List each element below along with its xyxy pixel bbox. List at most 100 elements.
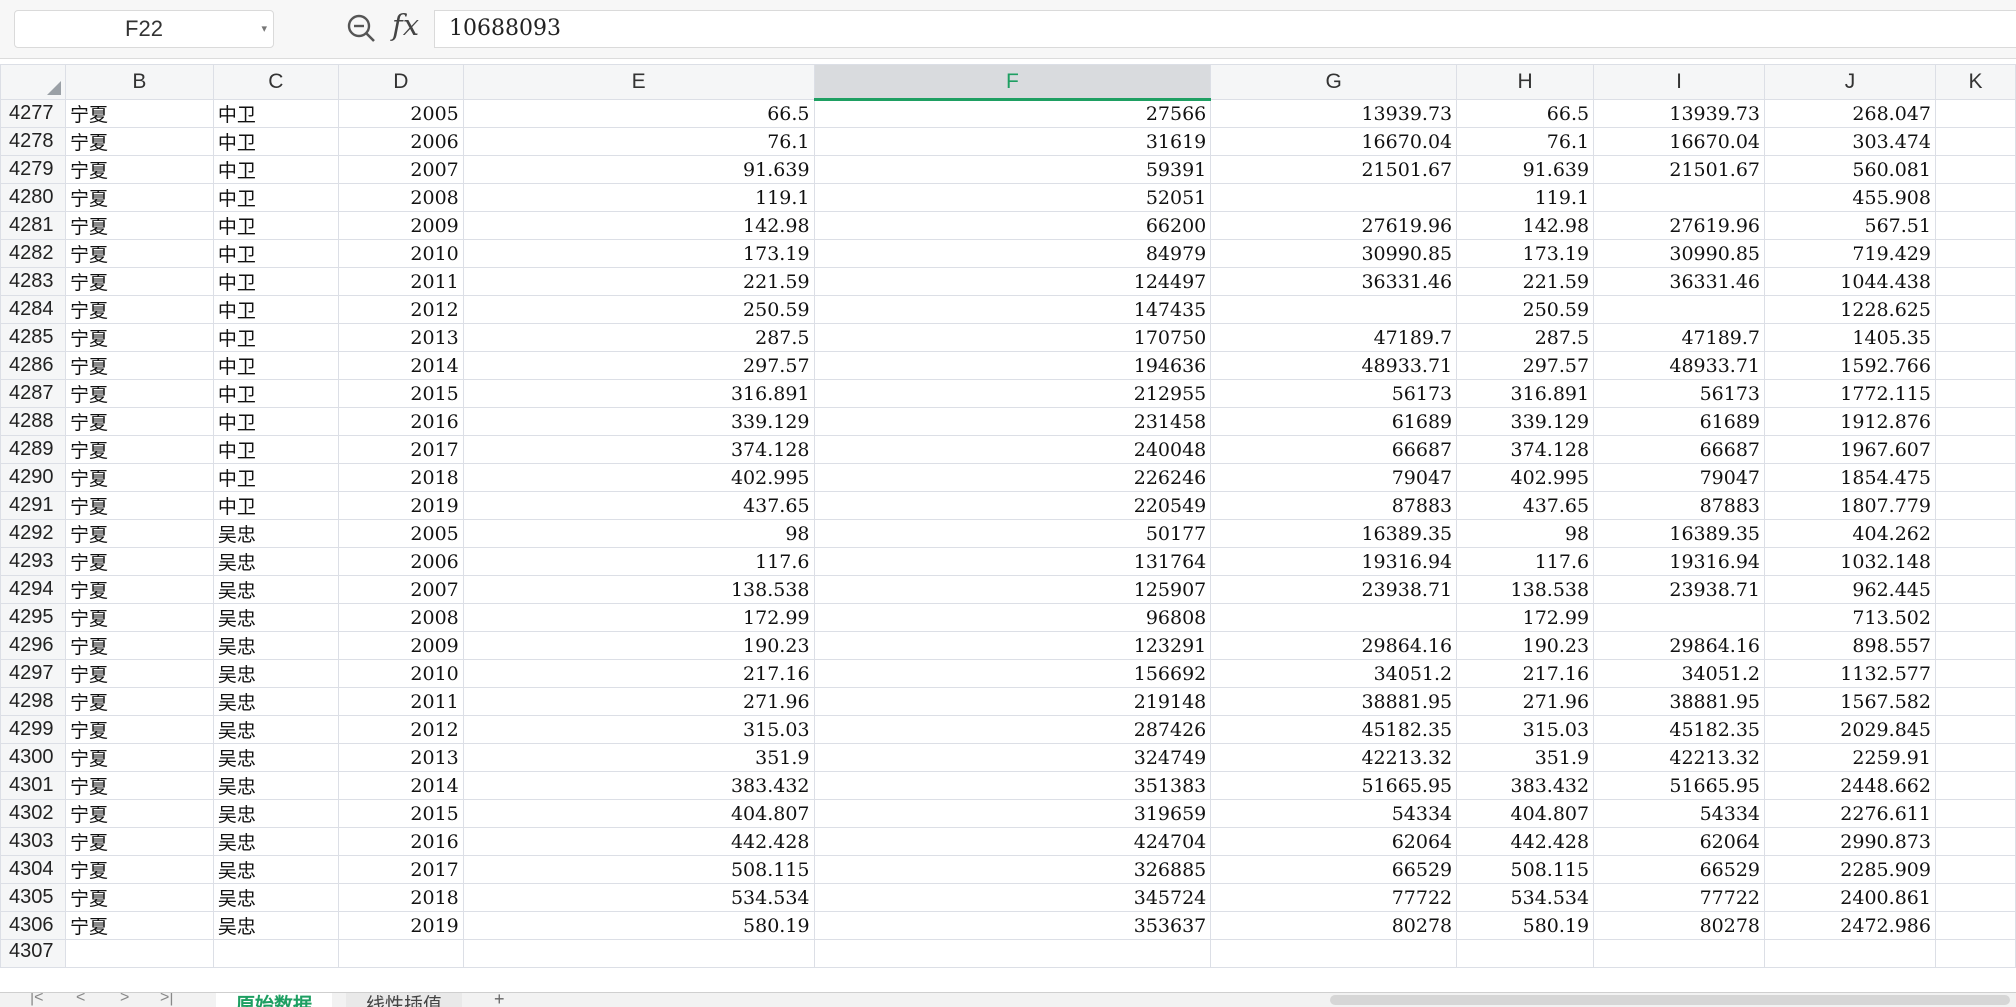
cell-j[interactable]: 898.557 [1764,631,1936,660]
cell-e[interactable]: 580.19 [462,911,815,940]
cell-g[interactable]: 66687 [1210,435,1458,464]
cell-g[interactable]: 21501.67 [1210,155,1458,184]
cell-b[interactable]: 宁夏 [64,295,214,324]
row-header[interactable]: 4278 [0,127,66,156]
zoom-out-icon[interactable] [346,13,378,45]
cell-h[interactable]: 442.428 [1456,827,1595,856]
cell-k[interactable] [1934,463,2016,492]
cell-d[interactable]: 2006 [337,547,464,576]
cell-k[interactable] [1934,183,2016,212]
cell-c[interactable]: 中卫 [212,463,339,492]
cell-c[interactable]: 吴忠 [212,771,339,800]
cell-j[interactable]: 1228.625 [1764,295,1936,324]
cell-c[interactable]: 吴忠 [212,799,339,828]
cell-d[interactable]: 2017 [337,435,464,464]
cell-g[interactable]: 29864.16 [1210,631,1458,660]
cell-h[interactable]: 287.5 [1456,323,1595,352]
cell-d[interactable]: 2013 [337,743,464,772]
cell-c[interactable]: 中卫 [212,379,339,408]
cell-c[interactable]: 中卫 [212,295,339,324]
cell-d[interactable]: 2009 [337,211,464,240]
cell-b[interactable]: 宁夏 [64,883,214,912]
column-header-i[interactable]: I [1593,64,1766,100]
cell-d[interactable]: 2014 [337,771,464,800]
cell-g[interactable]: 45182.35 [1210,715,1458,744]
cell-j[interactable]: 962.445 [1764,575,1936,604]
cell-i[interactable]: 77722 [1593,883,1766,912]
cell-d[interactable]: 2005 [337,99,464,128]
cell-h[interactable]: 315.03 [1456,715,1595,744]
cell-f[interactable]: 226246 [813,463,1212,492]
row-header[interactable]: 4292 [0,519,66,548]
cell-b[interactable]: 宁夏 [64,771,214,800]
cell-b[interactable]: 宁夏 [64,603,214,632]
column-header-e[interactable]: E [462,64,815,100]
cell-j[interactable]: 2400.861 [1764,883,1936,912]
cell-d[interactable]: 2017 [337,855,464,884]
cell-k[interactable] [1934,631,2016,660]
cell-j[interactable]: 1772.115 [1764,379,1936,408]
column-header-f[interactable]: F [813,64,1212,101]
cell-b[interactable]: 宁夏 [64,715,214,744]
cell-k[interactable] [1934,155,2016,184]
cell-b[interactable]: 宁夏 [64,547,214,576]
row-header[interactable]: 4291 [0,491,66,520]
cell-f[interactable]: 59391 [813,155,1212,184]
cell-c[interactable]: 中卫 [212,155,339,184]
cell-e[interactable]: 534.534 [462,883,815,912]
cell-k[interactable] [1934,575,2016,604]
column-header-c[interactable]: C [212,64,339,100]
cell-e[interactable]: 138.538 [462,575,815,604]
cell-d[interactable]: 2010 [337,659,464,688]
cell-i[interactable]: 36331.46 [1593,267,1766,296]
cell-j[interactable]: 2285.909 [1764,855,1936,884]
cell-i[interactable]: 45182.35 [1593,715,1766,744]
cell-f[interactable]: 156692 [813,659,1212,688]
cell-d[interactable]: 2016 [337,407,464,436]
column-header-g[interactable]: G [1210,64,1458,100]
cell-c[interactable]: 中卫 [212,323,339,352]
cell-f[interactable]: 31619 [813,127,1212,156]
cell-h[interactable]: 76.1 [1456,127,1595,156]
horizontal-scrollbar[interactable] [1330,995,2010,1005]
column-header-j[interactable]: J [1764,64,1936,100]
row-header[interactable]: 4284 [0,295,66,324]
cell-d[interactable]: 2008 [337,183,464,212]
cell-h[interactable]: 173.19 [1456,239,1595,268]
cell-h[interactable]: 339.129 [1456,407,1595,436]
cell-d[interactable]: 2019 [337,491,464,520]
cell-f[interactable]: 123291 [813,631,1212,660]
cell-j[interactable]: 268.047 [1764,99,1936,128]
cell-k[interactable] [1934,491,2016,520]
row-header[interactable]: 4307 [0,939,66,968]
cell-i[interactable] [1593,603,1766,632]
cell-c[interactable]: 中卫 [212,211,339,240]
cell-f[interactable]: 326885 [813,855,1212,884]
cell-g[interactable] [1210,183,1458,212]
cell-c[interactable]: 中卫 [212,127,339,156]
cell-empty[interactable] [212,939,339,968]
cell-g[interactable] [1210,295,1458,324]
cell-d[interactable]: 2013 [337,323,464,352]
cell-c[interactable]: 中卫 [212,267,339,296]
cell-empty[interactable] [462,939,815,968]
sheet-tab-raw-data[interactable]: 原始数据 [216,993,333,1007]
cell-g[interactable]: 62064 [1210,827,1458,856]
cell-g[interactable]: 54334 [1210,799,1458,828]
cell-b[interactable]: 宁夏 [64,855,214,884]
next-sheet-icon[interactable]: > [120,993,129,1007]
cell-g[interactable]: 16389.35 [1210,519,1458,548]
cell-f[interactable]: 194636 [813,351,1212,380]
row-header[interactable]: 4282 [0,239,66,268]
cell-i[interactable]: 34051.2 [1593,659,1766,688]
cell-b[interactable]: 宁夏 [64,323,214,352]
cell-j[interactable]: 2472.986 [1764,911,1936,940]
cell-c[interactable]: 中卫 [212,239,339,268]
cell-i[interactable]: 80278 [1593,911,1766,940]
row-header[interactable]: 4302 [0,799,66,828]
cell-k[interactable] [1934,547,2016,576]
cell-c[interactable]: 吴忠 [212,911,339,940]
cell-b[interactable]: 宁夏 [64,659,214,688]
cell-i[interactable]: 87883 [1593,491,1766,520]
row-header[interactable]: 4294 [0,575,66,604]
